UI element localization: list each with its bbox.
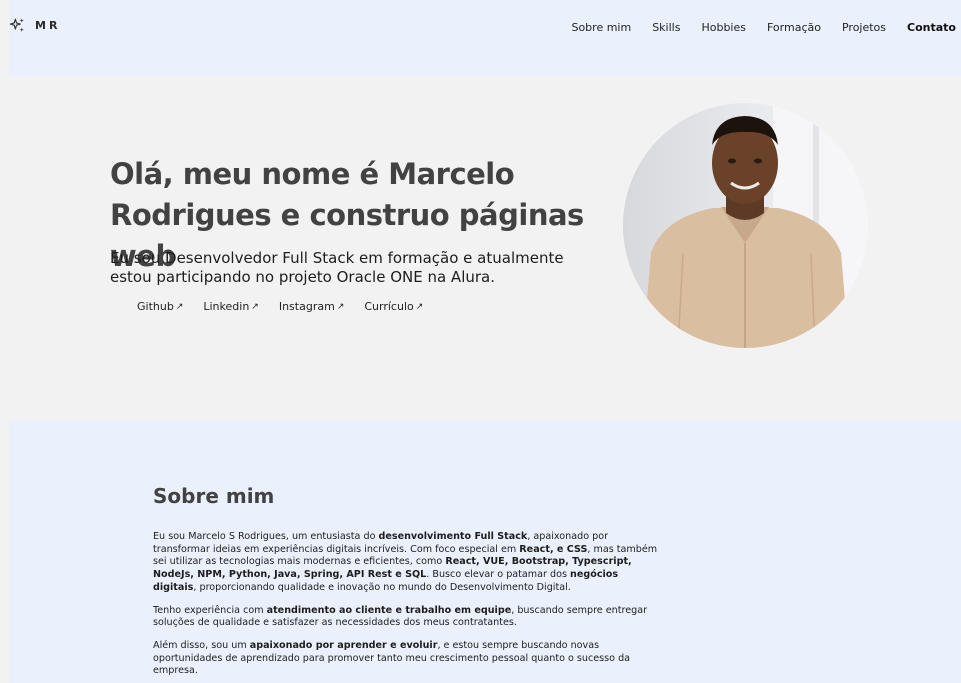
external-arrow-icon: ↗ <box>415 301 424 312</box>
nav-formacao[interactable]: Formação <box>767 21 821 34</box>
about-text: Eu sou Marcelo S Rodrigues, um entusiast… <box>153 531 663 683</box>
instagram-link[interactable]: Instagram ↗ <box>279 300 345 313</box>
emphasis-text: React, e CSS <box>519 543 588 555</box>
body-text: Eu sou Marcelo S Rodrigues, um entusiast… <box>153 531 379 542</box>
emphasis-text: desenvolvimento Full Stack <box>378 531 528 542</box>
github-link-label: Github <box>137 300 174 313</box>
linkedin-link[interactable]: Linkedin ↗ <box>203 300 258 313</box>
body-text: , proporcionando qualidade e inovação no… <box>193 581 571 593</box>
nav-projetos[interactable]: Projetos <box>842 21 886 34</box>
about-paragraph-3: Além disso, sou um apaixonado por aprend… <box>153 640 663 678</box>
curriculo-link-label: Currículo <box>364 300 414 313</box>
hero-title-line-1: Olá, meu nome é Marcelo <box>110 157 515 191</box>
profile-photo-illustration <box>623 103 868 348</box>
external-arrow-icon: ↗ <box>175 301 184 312</box>
about-paragraph-1: Eu sou Marcelo S Rodrigues, um entusiast… <box>153 531 663 595</box>
instagram-link-label: Instagram <box>278 300 335 313</box>
about-section: Sobre mim Eu sou Marcelo S Rodrigues, um… <box>9 420 961 683</box>
emphasis-text: apaixonado por aprender e evoluir <box>249 639 438 651</box>
hero-subtitle: Eu sou Desenvolvedor Full Stack em forma… <box>110 249 564 286</box>
external-arrow-icon: ↗ <box>251 301 259 312</box>
logo[interactable]: MR <box>9 17 60 34</box>
linkedin-link-label: Linkedin <box>203 300 250 313</box>
body-text: . Busco elevar o patamar dos <box>426 569 571 581</box>
external-arrow-icon: ↗ <box>336 301 345 312</box>
body-text: Tenho experiência com <box>153 604 267 616</box>
body-text: Além disso, sou um <box>153 639 250 651</box>
nav-hobbies[interactable]: Hobbies <box>701 21 746 34</box>
main-nav: Sobre mim Skills Hobbies Formação Projet… <box>571 21 956 34</box>
emphasis-text: atendimento ao cliente e trabalho em equ… <box>266 604 512 616</box>
about-title: Sobre mim <box>153 484 275 508</box>
about-paragraph-2: Tenho experiência com atendimento ao cli… <box>153 605 663 630</box>
sparkles-icon <box>9 18 24 32</box>
github-link[interactable]: Github ↗ <box>137 300 183 313</box>
nav-skills[interactable]: Skills <box>652 21 680 34</box>
social-links: Github ↗ Linkedin ↗ Instagram ↗ Currícul… <box>137 300 423 313</box>
logo-text: MR <box>35 19 61 32</box>
site-header: MR Sobre mim Skills Hobbies Formação Pro… <box>9 0 961 77</box>
profile-photo <box>623 103 868 348</box>
nav-contato[interactable]: Contato <box>907 21 956 34</box>
nav-sobre-mim[interactable]: Sobre mim <box>571 21 631 34</box>
curriculo-link[interactable]: Currículo ↗ <box>364 300 423 313</box>
